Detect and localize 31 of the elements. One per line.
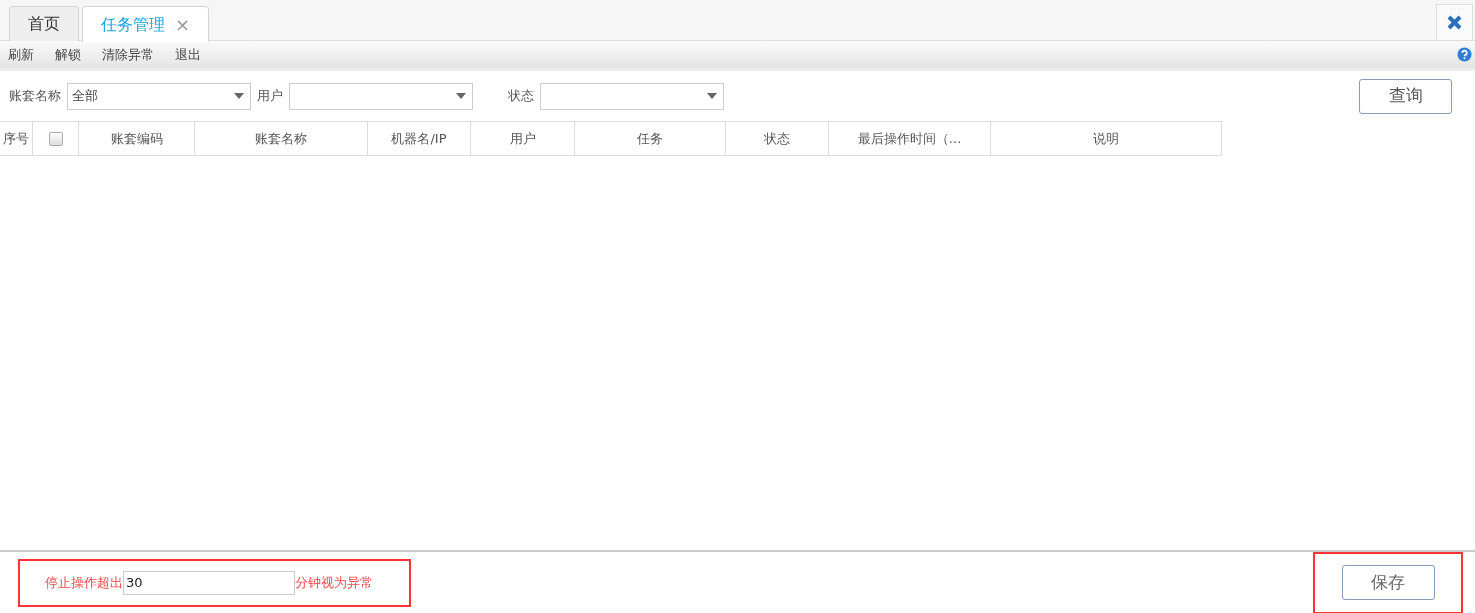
caret-icon [707,93,717,99]
caret-icon [456,93,466,99]
dropdown-field[interactable] [289,82,473,110]
save-button[interactable]: 保存 [1341,565,1435,600]
column-header: 序号 [0,122,33,155]
timeout-input[interactable]: 30 [123,570,295,595]
toolbar-button[interactable]: 解锁 [55,44,81,65]
column-header: 账套名称 [195,122,368,155]
toolbar-button[interactable]: 刷新 [8,44,34,65]
column-header: 机器名/IP [368,122,471,155]
column-header: 最后操作时间（… [829,122,991,155]
query-button[interactable]: 查询 [1359,78,1452,114]
column-header: 说明 [991,122,1222,155]
column-header: 账套编码 [79,122,195,155]
help-icon[interactable] [1456,47,1472,62]
filter-label: 状态 [508,87,534,106]
filter-label: 账套名称 [9,87,61,106]
column-header: 用户 [471,122,575,155]
column-header: 状态 [726,122,829,155]
tab[interactable]: 首页 [9,6,79,41]
dropdown-field[interactable]: 全部 [67,82,251,110]
column-header: 任务 [575,122,726,155]
timeout-label: 停止操作超出 [45,573,123,592]
caret-icon [234,93,244,99]
toolbar-button[interactable]: 清除异常 [102,44,154,65]
close-icon[interactable] [1436,4,1473,40]
timeout-unit-label: 分钟视为异常 [295,573,373,592]
filter-label: 用户 [257,87,283,106]
toolbar-button[interactable]: 退出 [175,44,201,65]
dropdown-field[interactable] [540,82,724,110]
checkbox[interactable] [48,131,63,146]
